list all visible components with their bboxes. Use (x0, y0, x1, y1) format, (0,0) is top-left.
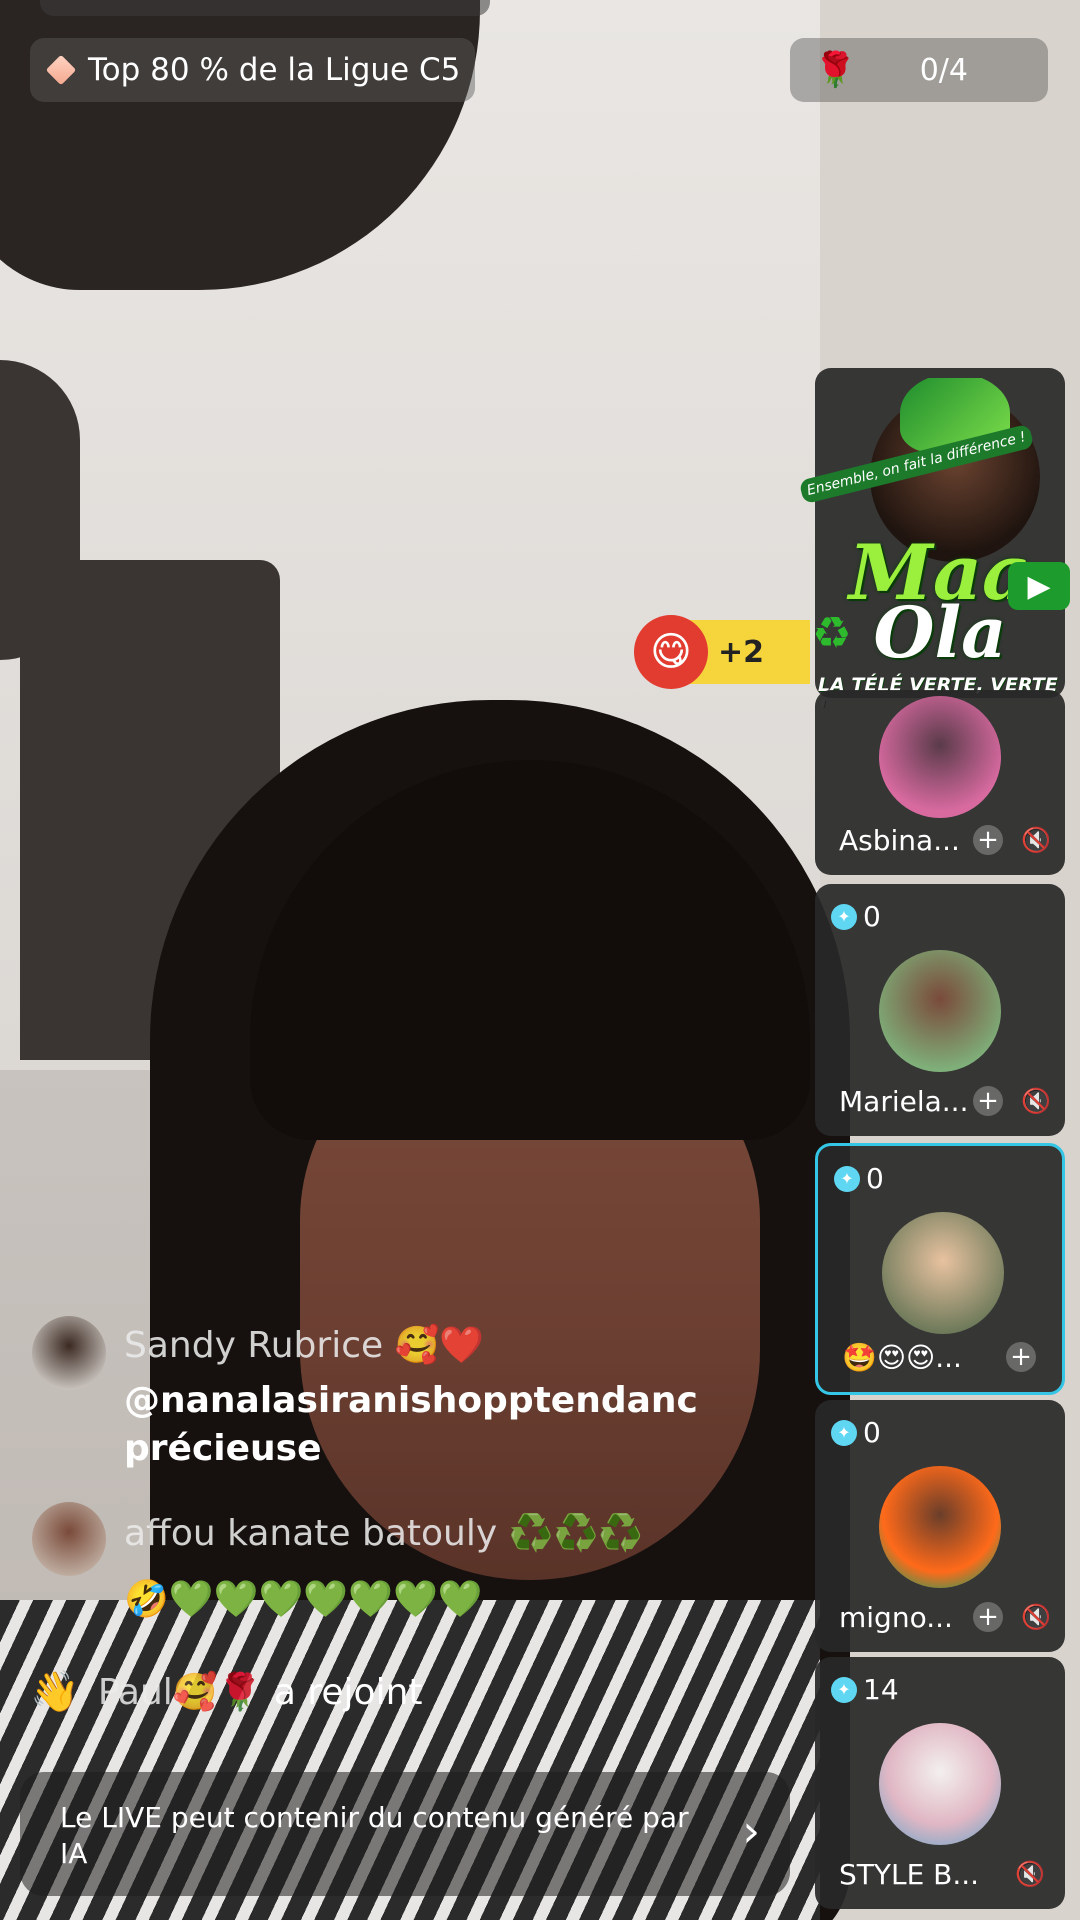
chat-username[interactable]: Sandy Rubrice 🥰❤️ (124, 1324, 484, 1366)
guest-score: 0 (866, 1162, 884, 1195)
mic-muted-icon: 🔇 (1021, 826, 1051, 854)
league-rank-label: Top 80 % de la Ligue C5 (88, 52, 461, 88)
chat-message: précieuse (124, 1428, 322, 1469)
guest-name: 🤩😍😍... (842, 1340, 962, 1374)
join-notification: 👋 Paul🥰🌹 a rejoint (30, 1668, 423, 1715)
tv-play-icon: ▶ (1008, 562, 1070, 610)
mic-muted-icon: 🔇 (1021, 1087, 1051, 1115)
guest-tile[interactable]: ✦ 0 Mariela... + 🔇 (815, 884, 1065, 1136)
guest-avatar (879, 950, 1001, 1072)
maa-ola-promo-badge: Ensemble, on fait la différence ! Maa Ol… (790, 378, 1080, 708)
add-icon[interactable]: + (973, 1086, 1003, 1116)
guest-tile-active[interactable]: ✦ 0 🤩😍😍... + (815, 1143, 1065, 1395)
chat-avatar[interactable] (32, 1502, 106, 1576)
guest-avatar (882, 1212, 1004, 1334)
guest-score: 14 (863, 1673, 899, 1706)
chat-username[interactable]: affou kanate batouly ♻️♻️♻️ (124, 1512, 643, 1554)
guest-name: migno... (839, 1600, 953, 1634)
joined-username[interactable]: Paul🥰🌹 (98, 1672, 263, 1713)
ai-content-notice[interactable]: Le LIVE peut contenir du contenu généré … (20, 1772, 790, 1896)
guest-name: STYLE B... (839, 1857, 980, 1891)
reaction-count: +2 (718, 634, 765, 670)
guest-tile[interactable]: ✦ 14 STYLE B... 🔇 (815, 1657, 1065, 1909)
guest-avatar (879, 1466, 1001, 1588)
joined-action: a rejoint (273, 1671, 423, 1713)
chat-message: 🤣💚💚💚💚💚💚💚 (124, 1579, 483, 1620)
reaction-badge[interactable]: 😋 +2 (634, 615, 810, 689)
gift-goal-count: 0/4 (919, 52, 968, 88)
guest-score: 0 (863, 1416, 881, 1449)
rose-icon: 🌹 (814, 50, 857, 90)
guest-tile[interactable]: ✦ 0 migno... + 🔇 (815, 1400, 1065, 1652)
mic-muted-icon: 🔇 (1021, 1603, 1051, 1631)
chat-message: @nanalasiranishopptendanc (124, 1380, 698, 1421)
add-icon[interactable]: + (973, 825, 1003, 855)
guest-avatar (879, 696, 1001, 818)
guest-name: Mariela... (839, 1084, 967, 1118)
guest-avatar (879, 1723, 1001, 1845)
gem-icon: ✦ (831, 1676, 857, 1703)
gem-icon: ✦ (831, 1419, 857, 1446)
gem-icon: ✦ (834, 1165, 860, 1192)
mic-muted-icon: 🔇 (1015, 1860, 1045, 1888)
diamond-icon (45, 54, 77, 86)
wave-icon: 👋 (30, 1669, 80, 1715)
recycle-icon: ♻ (812, 608, 852, 659)
guest-tile[interactable]: Asbina... + 🔇 (815, 690, 1065, 875)
league-rank-chip[interactable]: Top 80 % de la Ligue C5 (30, 38, 475, 102)
heart-face-icon: 😋 (634, 615, 708, 689)
add-icon[interactable]: + (1006, 1342, 1036, 1372)
guest-name: Asbina... (839, 823, 960, 857)
chat-avatar[interactable] (32, 1316, 106, 1390)
top-strip (40, 0, 490, 16)
ai-notice-text: Le LIVE peut contenir du contenu généré … (60, 1801, 689, 1870)
gem-icon: ✦ (831, 903, 857, 930)
chevron-right-icon: › (742, 1806, 760, 1857)
add-icon[interactable]: + (973, 1602, 1003, 1632)
gift-goal-chip[interactable]: 🌹 0/4 (790, 38, 1048, 102)
guest-score: 0 (863, 900, 881, 933)
